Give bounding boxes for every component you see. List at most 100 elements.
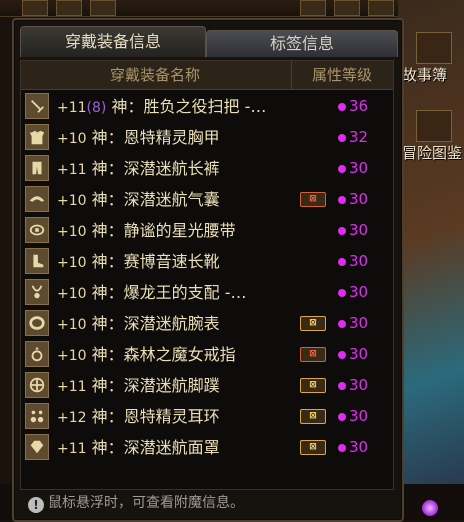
table-row[interactable]: +10 神：恩特精灵胸甲 32 xyxy=(21,122,393,153)
equipment-name-text: 神：恩特精灵耳环 xyxy=(91,407,220,426)
weapon-broom-icon[interactable] xyxy=(25,93,49,119)
equipment-name-text: 神：深潜迷航脚蹼 xyxy=(91,376,220,395)
top-item-strip xyxy=(0,0,464,17)
top-slot[interactable] xyxy=(300,0,326,16)
purple-orb-icon[interactable] xyxy=(422,500,438,516)
magic-stone-icon[interactable] xyxy=(25,434,49,460)
equipment-name[interactable]: +11 神：深潜迷航面罩 xyxy=(57,432,220,463)
equipment-name[interactable]: +12 神：恩特精灵耳环 xyxy=(57,401,220,432)
attribute-level: 32 xyxy=(349,128,369,146)
enhance-level: +11 xyxy=(57,100,87,116)
equipment-name-text: 神：深潜迷航气囊 xyxy=(91,190,220,209)
top-slot[interactable] xyxy=(368,0,394,16)
adventure-book-icon xyxy=(416,110,452,142)
equipment-name-text: 神：深潜迷航面罩 xyxy=(91,438,220,457)
attribute-level: 30 xyxy=(349,221,369,239)
enhance-level: +10 xyxy=(57,348,87,364)
sub-equip-icon[interactable] xyxy=(25,372,49,398)
equipment-name-text: 神：恩特精灵胸甲 xyxy=(91,128,220,147)
attribute-level: 30 xyxy=(349,252,369,270)
equipment-name[interactable]: +10 神：深潜迷航腕表 xyxy=(57,308,220,339)
equipment-name[interactable]: +10 神：森林之魔女戒指 xyxy=(57,339,236,370)
level-dot-icon xyxy=(338,289,346,297)
top-slot[interactable] xyxy=(90,0,116,16)
level-dot-icon xyxy=(338,382,346,390)
tab-equipment-info[interactable]: 穿戴装备信息 xyxy=(20,26,206,57)
table-row[interactable]: +10 神：深潜迷航腕表 ⊠ 30 xyxy=(21,308,393,339)
equipment-table: 穿戴装备名称 属性等级 +11(8) 神：胜负之役扫把 -… 36 +10 神：恩特… xyxy=(20,60,394,490)
top-slot[interactable] xyxy=(56,0,82,16)
equipment-name-text: 神：森林之魔女戒指 xyxy=(91,345,236,364)
boots-icon[interactable] xyxy=(25,248,49,274)
equipment-name[interactable]: +10 神：爆龙王的支配 -… xyxy=(57,277,247,308)
table-row[interactable]: +11 神：深潜迷航面罩 ⊠ 30 xyxy=(21,432,393,463)
set-badge-icon: ⊠ xyxy=(300,378,326,393)
attribute-level: 30 xyxy=(349,345,369,363)
header-equipment-name: 穿戴装备名称 xyxy=(109,66,200,84)
table-row[interactable]: +11 神：深潜迷航长裤 30 xyxy=(21,153,393,184)
table-row[interactable]: +10 神：深潜迷航气囊 ⊠ 30 xyxy=(21,184,393,215)
level-dot-icon xyxy=(338,165,346,173)
top-slot[interactable] xyxy=(22,0,48,16)
bracelet-icon[interactable] xyxy=(25,310,49,336)
tab-bar: 穿戴装备信息 标签信息 xyxy=(20,26,398,58)
equipment-name[interactable]: +10 神：深潜迷航气囊 xyxy=(57,184,220,215)
attribute-level: 30 xyxy=(349,190,369,208)
set-badge-icon: ⊠ xyxy=(300,192,326,207)
table-row[interactable]: +10 神：爆龙王的支配 -… 30 xyxy=(21,277,393,308)
enhance-level: +10 xyxy=(57,255,87,271)
storybook-button[interactable]: 故事簿 xyxy=(402,28,464,90)
enhance-level: +11 xyxy=(57,441,87,457)
attribute-level: 36 xyxy=(349,97,369,115)
equipment-name-text: 神：爆龙王的支配 -… xyxy=(91,283,247,302)
enhance-level: +10 xyxy=(57,193,87,209)
enhance-level: +10 xyxy=(57,317,87,333)
set-badge-icon: ⊠ xyxy=(300,347,326,362)
table-row[interactable]: +10 神：森林之魔女戒指 ⊠ 30 xyxy=(21,339,393,370)
adventure-book-button[interactable]: 冒险图鉴 xyxy=(402,106,464,168)
level-dot-icon xyxy=(338,320,346,328)
equipment-info-panel: 穿戴装备信息 标签信息 穿戴装备名称 属性等级 +11(8) 神：胜负之役扫把 … xyxy=(12,18,404,522)
equipment-name-text: 神：胜负之役扫把 -… xyxy=(111,97,267,116)
necklace-icon[interactable] xyxy=(25,279,49,305)
equipment-name[interactable]: +11 神：深潜迷航脚蹼 xyxy=(57,370,220,401)
tab-tag-info[interactable]: 标签信息 xyxy=(206,30,398,57)
refine-level: (8) xyxy=(86,100,107,116)
table-row[interactable]: +11 神：深潜迷航脚蹼 ⊠ 30 xyxy=(21,370,393,401)
storybook-label: 故事簿 xyxy=(402,66,448,84)
level-dot-icon xyxy=(338,351,346,359)
top-slot[interactable] xyxy=(334,0,360,16)
level-dot-icon xyxy=(338,227,346,235)
storybook-icon xyxy=(416,32,452,64)
ring-icon[interactable] xyxy=(25,341,49,367)
table-row[interactable]: +12 神：恩特精灵耳环 ⊠ 30 xyxy=(21,401,393,432)
equipment-name[interactable]: +10 神：静谧的星光腰带 xyxy=(57,215,236,246)
enhance-level: +12 xyxy=(57,410,87,426)
belt-icon[interactable] xyxy=(25,217,49,243)
chest-armor-icon[interactable] xyxy=(25,124,49,150)
attribute-level: 30 xyxy=(349,407,369,425)
level-dot-icon xyxy=(338,196,346,204)
equipment-name[interactable]: +10 神：赛博音速长靴 xyxy=(57,246,220,277)
hover-tip-text: 鼠标悬浮时，可查看附魔信息。 xyxy=(48,495,244,511)
level-dot-icon xyxy=(338,413,346,421)
shoulder-icon[interactable] xyxy=(25,186,49,212)
equipment-name-text: 神：赛博音速长靴 xyxy=(91,252,220,271)
equipment-name[interactable]: +11 神：深潜迷航长裤 xyxy=(57,153,220,184)
level-dot-icon xyxy=(338,258,346,266)
pants-icon[interactable] xyxy=(25,155,49,181)
equipment-name[interactable]: +11(8) 神：胜负之役扫把 -… xyxy=(57,91,266,122)
table-row[interactable]: +11(8) 神：胜负之役扫把 -… 36 xyxy=(21,91,393,122)
enhance-level: +11 xyxy=(57,162,87,178)
set-badge-icon: ⊠ xyxy=(300,316,326,331)
earring-icon[interactable] xyxy=(25,403,49,429)
adventure-book-label: 冒险图鉴 xyxy=(402,144,463,162)
equipment-name-text: 神：深潜迷航长裤 xyxy=(91,159,220,178)
enhance-level: +11 xyxy=(57,379,87,395)
table-row[interactable]: +10 神：赛博音速长靴 30 xyxy=(21,246,393,277)
table-row[interactable]: +10 神：静谧的星光腰带 30 xyxy=(21,215,393,246)
enhance-level: +10 xyxy=(57,286,87,302)
equipment-name[interactable]: +10 神：恩特精灵胸甲 xyxy=(57,122,220,153)
info-icon: ! xyxy=(28,497,44,513)
attribute-level: 30 xyxy=(349,159,369,177)
